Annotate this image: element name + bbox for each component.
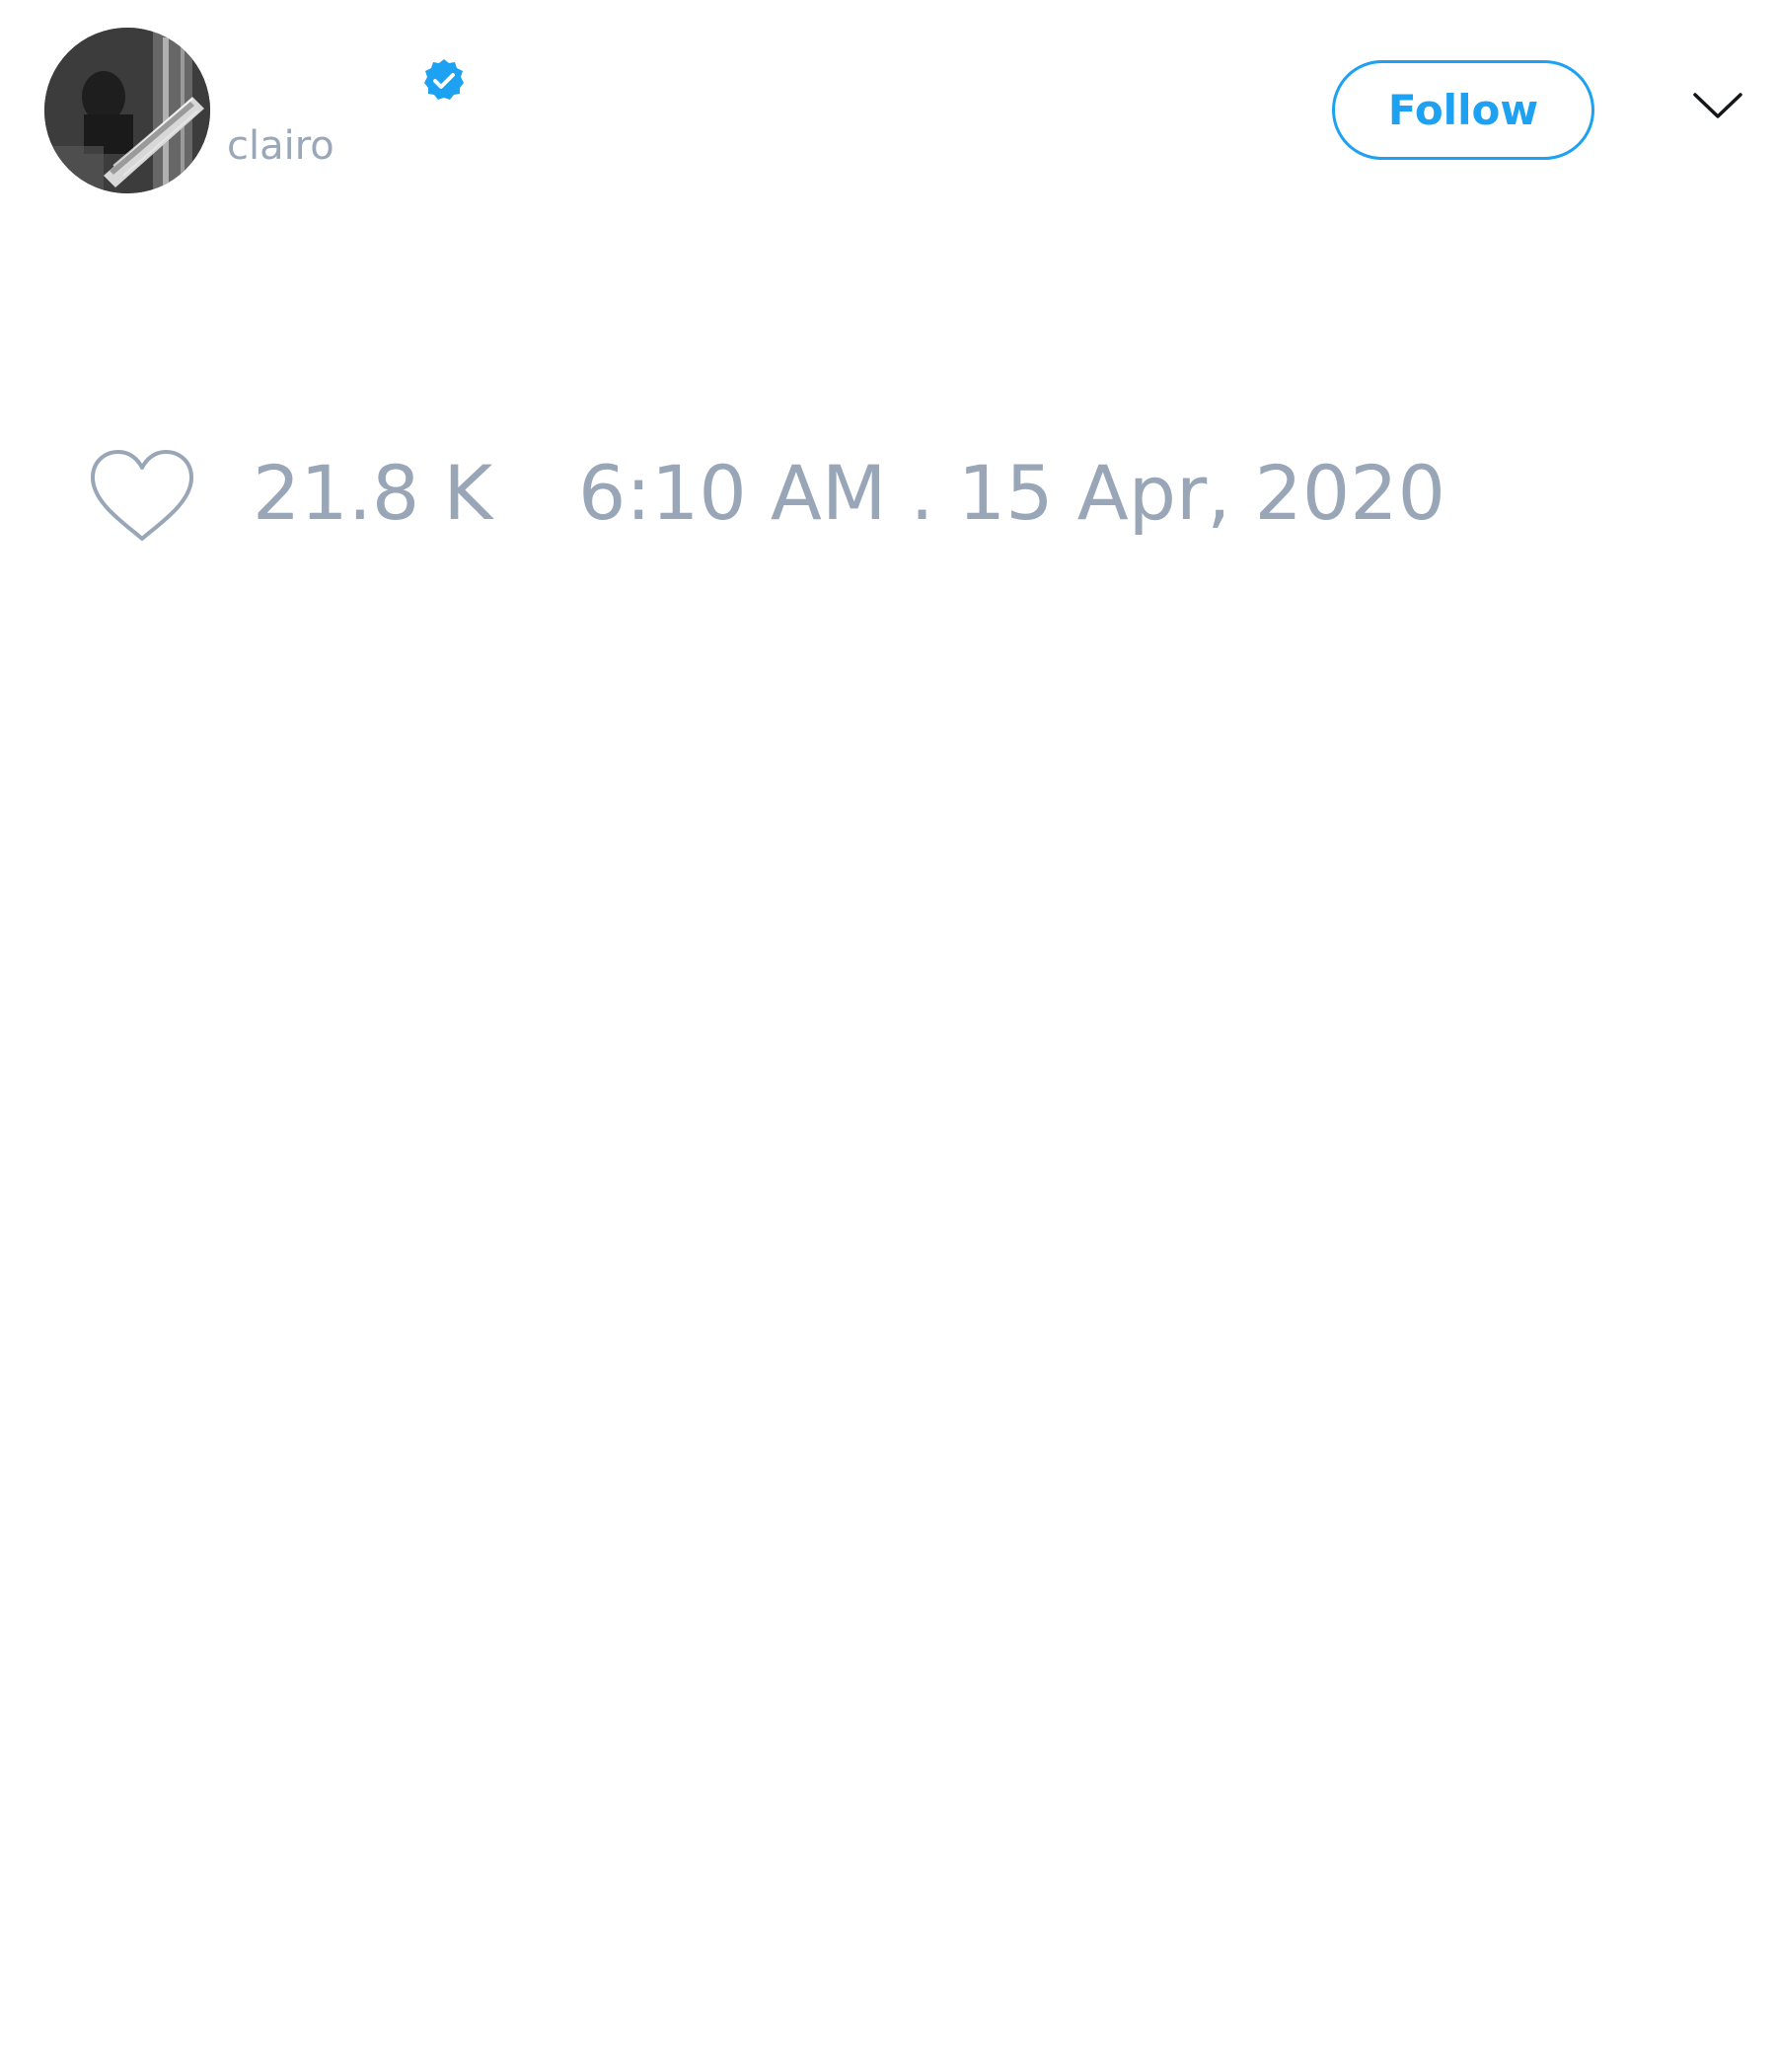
user-handle[interactable]: clairo xyxy=(227,126,334,166)
tweet-timestamp[interactable]: 6:10 AM . 15 Apr, 2020 xyxy=(578,456,1445,531)
avatar-photo-icon xyxy=(44,28,210,193)
tweet-header: clairo Follow xyxy=(0,0,1776,207)
like-count: 21.8 K xyxy=(253,449,493,537)
avatar[interactable] xyxy=(44,28,210,193)
chevron-down-icon[interactable] xyxy=(1691,87,1744,126)
tweet-stats: 21.8 K 6:10 AM . 15 Apr, 2020 xyxy=(0,434,1776,572)
follow-button[interactable]: Follow xyxy=(1332,60,1594,160)
verified-badge-icon xyxy=(424,59,464,100)
heart-icon[interactable] xyxy=(87,448,197,547)
